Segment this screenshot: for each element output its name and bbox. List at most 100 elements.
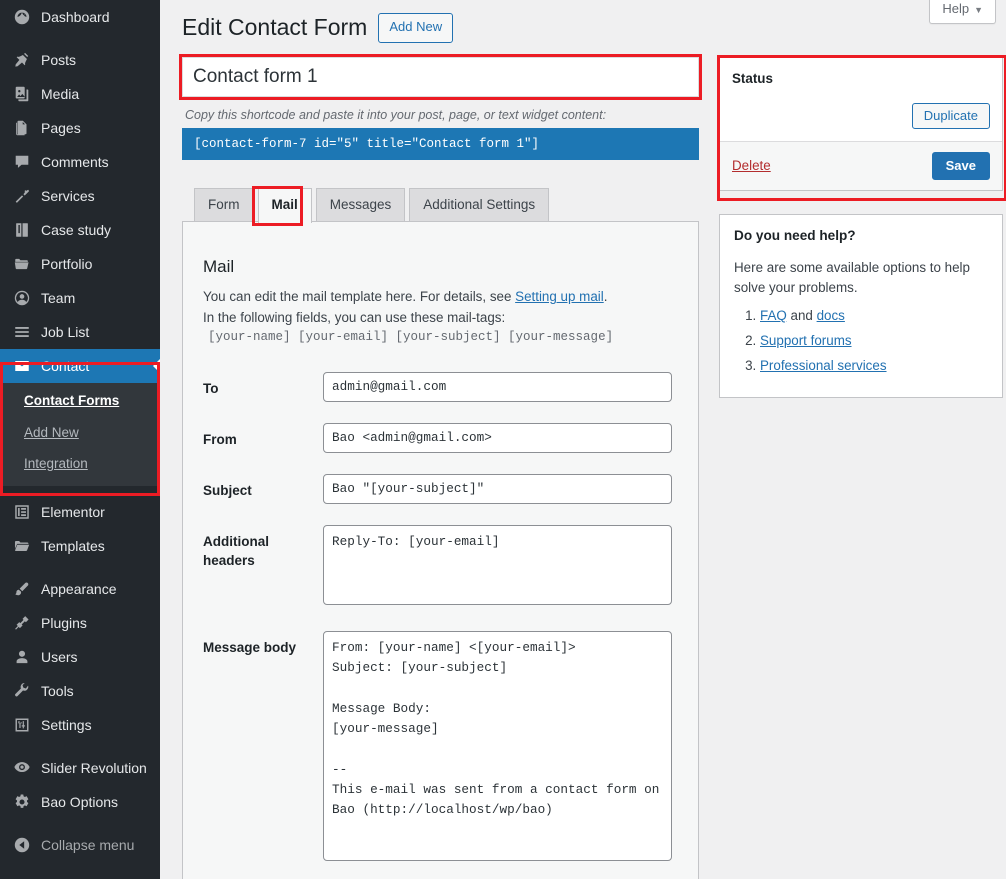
sidebar-item-label: Portfolio <box>41 256 93 272</box>
mail-tags-list: [your-name] [your-email] [your-subject] … <box>208 329 614 344</box>
sidebar-item-elementor[interactable]: Elementor <box>0 495 160 529</box>
field-control <box>323 630 678 866</box>
submenu-item-contact-forms[interactable]: Contact Forms <box>0 385 160 417</box>
help-link-docs[interactable]: docs <box>817 308 845 323</box>
help-link-professional-services[interactable]: Professional services <box>760 358 887 373</box>
mail-desc-suffix: . <box>603 289 608 305</box>
subject-input[interactable] <box>323 473 672 504</box>
tab-messages[interactable]: Messages <box>315 188 406 223</box>
main-content-area: Help ▼ Edit Contact Form Add New Copy thi… <box>160 0 1006 879</box>
sidebar-item-tools[interactable]: Tools <box>0 674 160 708</box>
duplicate-button[interactable]: Duplicate <box>911 102 990 129</box>
chevron-down-icon: ▼ <box>974 5 983 15</box>
sidebar-item-case-study[interactable]: Case study <box>0 213 160 247</box>
setting-up-mail-link[interactable]: Setting up mail <box>515 289 604 304</box>
sidebar-item-label: Dashboard <box>41 9 110 25</box>
help-button-label: Help <box>942 1 970 16</box>
field-label-additional-headers: Additional headers <box>203 533 269 569</box>
additional-headers-input[interactable] <box>323 524 672 605</box>
sidebar-item-label: Posts <box>41 52 77 68</box>
field-control <box>323 371 678 402</box>
help-link-faq[interactable]: FAQ <box>760 308 787 323</box>
envelope-icon <box>12 356 32 376</box>
folder-icon <box>12 536 32 556</box>
save-button[interactable]: Save <box>931 151 990 180</box>
submenu-item-integration[interactable]: Integration <box>0 448 160 480</box>
slider-icon <box>12 758 32 778</box>
columns-wrap: Copy this shortcode and paste it into yo… <box>179 54 1006 879</box>
mail-panel: Mail You can edit the mail template here… <box>182 221 699 879</box>
sidebar-item-label: Settings <box>41 716 92 733</box>
collapse-menu-button[interactable]: Collapse menu <box>0 828 160 862</box>
sidebar-item-appearance[interactable]: Appearance <box>0 572 160 606</box>
sidebar-item-label: Bao Options <box>41 793 119 810</box>
sidebar-item-bao-options[interactable]: Bao Options <box>0 785 160 819</box>
page-header: Edit Contact Form Add New <box>182 8 984 48</box>
sidebar-item-pages[interactable]: Pages <box>0 111 160 145</box>
field-label-from: From <box>203 431 237 447</box>
user-icon <box>12 647 32 667</box>
sidebar-item-settings[interactable]: Settings <box>0 708 160 742</box>
sidebar-item-comments[interactable]: Comments <box>0 145 160 179</box>
sidebar-item-label: Elementor <box>41 503 105 520</box>
sidebar-item-team[interactable]: Team <box>0 281 160 315</box>
shortcode-box[interactable]: [contact-form-7 id="5" title="Contact fo… <box>182 128 699 160</box>
field-control <box>323 473 678 504</box>
portfolio-icon <box>12 254 32 274</box>
tab-form[interactable]: Form <box>194 188 254 223</box>
help-list-item: Professional services <box>760 356 988 376</box>
help-links-list: FAQ and docs Support forums Professional s… <box>734 306 988 376</box>
sidebar-item-services[interactable]: Services <box>0 179 160 213</box>
help-list-item: FAQ and docs <box>760 306 988 326</box>
help-list-item: Support forums <box>760 331 988 351</box>
tab-additional-settings[interactable]: Additional Settings <box>409 188 550 223</box>
elementor-icon <box>12 502 32 522</box>
delete-link[interactable]: Delete <box>732 158 771 173</box>
sidebar-item-posts[interactable]: Posts <box>0 43 160 77</box>
add-new-button[interactable]: Add New <box>378 13 454 43</box>
help-panel-description: Here are some available options to help … <box>734 259 970 295</box>
gear-icon <box>12 792 32 812</box>
status-panel: Status Duplicate Delete Save <box>717 55 1006 201</box>
list-icon <box>12 322 32 342</box>
sidebar-item-label: Slider Revolution <box>41 759 147 776</box>
sidebar-item-label: Comments <box>41 154 109 170</box>
submenu-arrow-icon <box>153 359 160 373</box>
sidebar-item-portfolio[interactable]: Portfolio <box>0 247 160 281</box>
form-title-input[interactable] <box>182 57 699 97</box>
sidebar-item-slider-revolution[interactable]: Slider Revolution <box>0 751 160 785</box>
field-label-message-body: Message body <box>203 639 297 655</box>
wrench-icon <box>12 681 32 701</box>
to-input[interactable] <box>323 371 672 402</box>
left-column: Copy this shortcode and paste it into yo… <box>179 54 702 879</box>
comment-icon <box>12 152 32 172</box>
collapse-arrow-icon <box>12 835 32 855</box>
sidebar-item-contact[interactable]: Contact <box>0 349 160 383</box>
pin-icon <box>12 50 32 70</box>
sidebar-item-plugins[interactable]: Plugins <box>0 606 160 640</box>
right-column: Status Duplicate Delete Save Do you need… <box>717 55 1006 399</box>
pages-icon <box>12 118 32 138</box>
sidebar-item-dashboard[interactable]: Dashboard <box>0 0 160 34</box>
help-link-support-forums[interactable]: Support forums <box>760 333 852 348</box>
sidebar-item-label: Tools <box>41 682 74 699</box>
help-button[interactable]: Help ▼ <box>929 0 996 24</box>
submenu-item-add-new[interactable]: Add New <box>0 417 160 449</box>
sidebar-item-templates[interactable]: Templates <box>0 529 160 563</box>
contact-submenu: Contact Forms Add New Integration <box>0 383 160 486</box>
sidebar-item-media[interactable]: Media <box>0 77 160 111</box>
plug-icon <box>12 613 32 633</box>
sidebar-item-label: Team <box>41 290 76 306</box>
message-body-input[interactable] <box>323 630 672 861</box>
status-panel-footer: Delete Save <box>720 140 1002 190</box>
tab-mail[interactable]: Mail <box>257 188 312 224</box>
sidebar-item-job-list[interactable]: Job List <box>0 315 160 349</box>
from-input[interactable] <box>323 422 672 453</box>
sidebar-item-label: Templates <box>41 537 105 554</box>
sidebar-item-users[interactable]: Users <box>0 640 160 674</box>
sidebar-item-label: Appearance <box>41 580 117 597</box>
mail-desc-line2: In the following fields, you can use the… <box>203 310 506 326</box>
shortcode-hint-text: Copy this shortcode and paste it into yo… <box>185 108 607 122</box>
hammer-icon <box>12 186 32 206</box>
media-icon <box>12 84 32 104</box>
